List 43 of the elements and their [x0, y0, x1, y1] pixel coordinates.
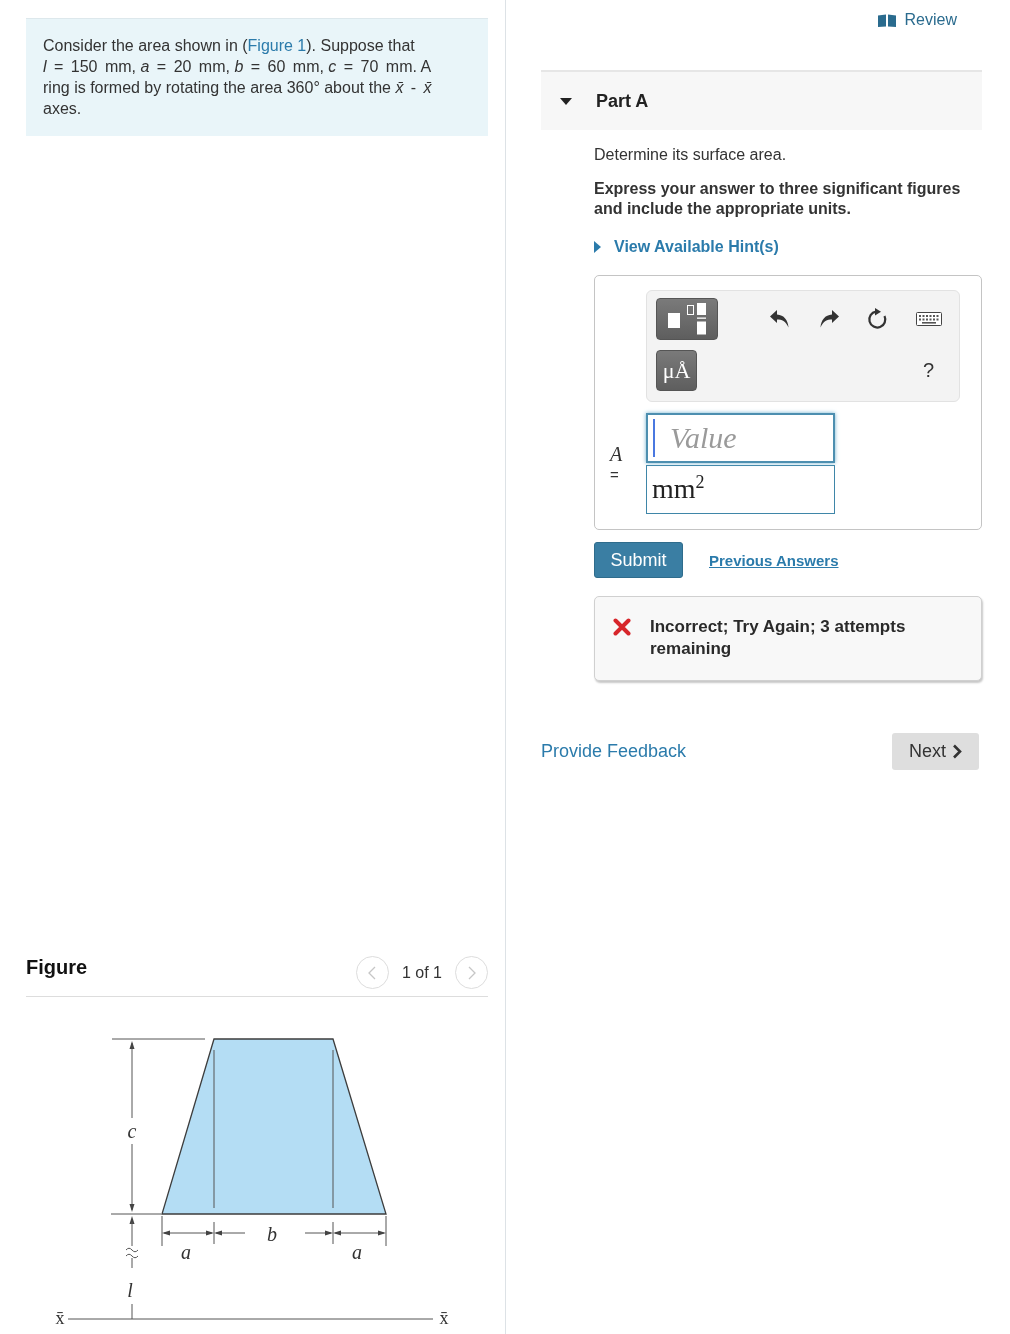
units-input[interactable]: mm$^{2}$	[646, 465, 835, 514]
submit-button[interactable]: Submit	[594, 542, 683, 578]
feedback-message: Incorrect; Try Again; 3 attempts remaining	[650, 616, 907, 660]
provide-feedback-link[interactable]: Provide Feedback	[541, 741, 687, 762]
equals-sign: =	[610, 464, 619, 485]
dimension-label: b	[267, 1223, 277, 1245]
keyboard-icon[interactable]	[916, 312, 942, 326]
figure-link[interactable]: Figure 1	[247, 37, 307, 54]
value-input[interactable]: Value	[646, 413, 835, 463]
text-cursor	[653, 419, 655, 457]
help-button[interactable]: ?	[922, 359, 934, 382]
question-text: Determine its surface area.	[594, 145, 787, 165]
previous-answers-link[interactable]: Previous Answers	[709, 551, 839, 569]
undo-icon[interactable]	[769, 309, 791, 329]
hint-toggle[interactable]: View Available Hint(s)	[594, 237, 779, 257]
figure-title: Figure	[26, 955, 88, 979]
variable-label: A	[610, 442, 623, 465]
template-icon	[668, 303, 706, 335]
extension-line	[213, 1221, 215, 1245]
next-button[interactable]: Next	[892, 733, 979, 770]
instructions-text: Express your answer to three significant figures and include the appropriate units.	[594, 179, 962, 219]
chevron-right-icon	[467, 965, 476, 980]
page-counter: 1 of 1	[401, 963, 442, 982]
dimension-label: a	[352, 1241, 362, 1263]
dimension-label: c	[127, 1120, 137, 1142]
dimension-label: l	[127, 1279, 133, 1301]
cross-icon	[613, 618, 631, 636]
axis-label: x̄	[439, 1308, 449, 1328]
dimension-label: a	[181, 1241, 191, 1263]
chevron-left-icon	[368, 965, 377, 980]
extension-line	[332, 1221, 334, 1245]
review-link[interactable]: Review	[877, 10, 957, 30]
templates-button[interactable]	[656, 298, 718, 340]
part-title: Part A	[596, 90, 649, 112]
book-icon	[877, 13, 896, 27]
units-button[interactable]: μÅ	[656, 350, 697, 391]
extension-line	[385, 1215, 387, 1247]
problem-text: Consider the area shown in (Figure 1). Suppose that l = 150 mm, a = 20 mm, b = 60 mm, c = 70 mm. A ring is formed by rotating the area 360° about the x̄ - x̄ axes.	[43, 36, 433, 119]
redo-icon[interactable]	[818, 309, 840, 329]
chevron-right-icon	[952, 744, 962, 759]
axis-label: x̄	[55, 1308, 65, 1328]
reset-icon[interactable]	[867, 308, 889, 330]
part-header[interactable]: Part A	[541, 70, 982, 130]
